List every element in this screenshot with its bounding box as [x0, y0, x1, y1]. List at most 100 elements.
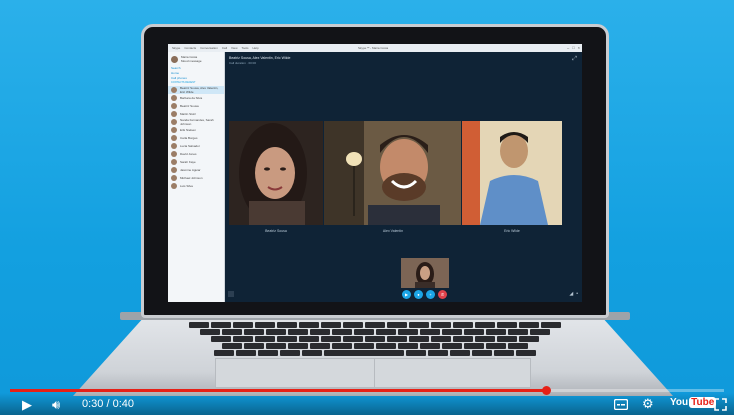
key	[409, 336, 429, 342]
expand-icon[interactable]: ⤢	[572, 56, 577, 63]
menu-item-call[interactable]: Call	[222, 46, 227, 50]
key	[354, 343, 374, 349]
contact-item[interactable]: Michael Johnson	[168, 174, 224, 182]
profile[interactable]: Maria Costa Mood message	[168, 52, 224, 66]
contact-item[interactable]: Carla Borges	[168, 134, 224, 142]
contact-item[interactable]: David Jones	[168, 150, 224, 158]
contact-item[interactable]: Beatriz Sousa	[168, 102, 224, 110]
contact-name: Jasmine Aguiar	[180, 168, 201, 172]
add-participant-icon[interactable]: +	[426, 290, 435, 299]
sidebar-item-active-call[interactable]: Beatriz Sousa, Alex Valentin, Eric Wilde	[168, 86, 224, 94]
more-icon[interactable]: •	[576, 291, 578, 297]
key	[332, 343, 352, 349]
key	[211, 322, 231, 328]
key	[497, 322, 517, 328]
avatar	[171, 103, 177, 109]
key	[277, 322, 297, 328]
key	[442, 329, 462, 335]
key	[244, 343, 264, 349]
call-settings: ◢ •	[569, 291, 578, 297]
key	[321, 336, 341, 342]
participant-photo-1	[229, 121, 323, 225]
contact-item[interactable]: Martin Stolz	[168, 110, 224, 118]
progress-bar[interactable]	[10, 386, 724, 395]
profile-status: Mood message	[181, 59, 202, 63]
contact-item[interactable]: Sarah Kaye	[168, 158, 224, 166]
key	[387, 336, 407, 342]
maximize-icon[interactable]: □	[572, 45, 574, 50]
menu-item-view[interactable]: View	[231, 46, 237, 50]
avatar	[171, 159, 177, 165]
key	[266, 343, 286, 349]
subtitles-icon[interactable]	[614, 399, 628, 410]
key	[222, 329, 242, 335]
video-toggle-icon[interactable]: ▶	[402, 290, 411, 299]
key	[310, 343, 330, 349]
contact-name: David Jones	[180, 152, 197, 156]
self-view-photo	[401, 258, 449, 288]
menu-item-conversation[interactable]: Conversation	[200, 46, 218, 50]
end-call-icon[interactable]: ✆	[438, 290, 447, 299]
key	[497, 336, 517, 342]
participant-name-1: Beatriz Sousa	[265, 229, 287, 233]
self-view-video[interactable]	[401, 258, 449, 288]
key	[211, 336, 231, 342]
avatar	[171, 143, 177, 149]
laptop-keyboard	[152, 322, 598, 356]
key	[420, 329, 440, 335]
key-row	[152, 350, 598, 356]
fullscreen-icon[interactable]	[714, 398, 727, 411]
progress-fill	[10, 389, 546, 392]
key	[200, 329, 220, 335]
contact-name: Nanda Fernandes, Sarah Johnson	[180, 118, 214, 126]
video-frame[interactable]: Skype Contacts Conversation Call View To…	[0, 0, 734, 415]
avatar	[171, 135, 177, 141]
contact-item[interactable]: Nanda Fernandes, Sarah Johnson	[168, 118, 224, 126]
key	[475, 322, 495, 328]
contact-item[interactable]: Jasmine Aguiar	[168, 166, 224, 174]
key	[464, 343, 484, 349]
key	[343, 322, 363, 328]
menu-item-contacts[interactable]: Contacts	[184, 46, 196, 50]
key	[486, 329, 506, 335]
key	[365, 336, 385, 342]
contact-item[interactable]: Erik Nielsen	[168, 126, 224, 134]
key	[453, 336, 473, 342]
key	[324, 350, 404, 356]
avatar	[171, 111, 177, 117]
close-icon[interactable]: ×	[578, 45, 580, 50]
key	[321, 322, 341, 328]
contact-item[interactable]: Lucia Salvador	[168, 142, 224, 150]
youtube-logo[interactable]: You Tube	[670, 397, 717, 408]
key	[299, 322, 319, 328]
key	[494, 350, 514, 356]
contact-item[interactable]: Barbara da Silva	[168, 94, 224, 102]
key	[519, 336, 539, 342]
key-row	[152, 322, 598, 328]
menu-item-help[interactable]: Help	[253, 46, 259, 50]
signal-icon[interactable]: ◢	[569, 291, 573, 297]
contact-name: Beatriz Sousa	[180, 104, 199, 108]
menu-item-tools[interactable]: Tools	[242, 46, 249, 50]
key	[299, 336, 319, 342]
menu-item-skype[interactable]: Skype	[172, 46, 180, 50]
key	[222, 343, 242, 349]
key	[343, 336, 363, 342]
mic-icon[interactable]: ●	[414, 290, 423, 299]
settings-icon[interactable]: ⚙	[642, 396, 654, 412]
call-title: Beatriz Sousa, Alex Valentin, Eric Wilde	[229, 56, 291, 60]
key	[354, 329, 374, 335]
contact-item[interactable]: Luis Silva	[168, 182, 224, 190]
key	[214, 350, 234, 356]
play-icon[interactable]: ▶	[22, 397, 32, 413]
key	[255, 322, 275, 328]
chat-toggle-icon[interactable]	[228, 291, 234, 297]
volume-icon[interactable]: 🔊︎	[52, 397, 60, 413]
minimize-icon[interactable]: –	[567, 45, 569, 50]
key	[409, 322, 429, 328]
key	[472, 350, 492, 356]
avatar	[171, 87, 177, 93]
participant-photo-2	[324, 121, 461, 225]
key	[516, 350, 536, 356]
key	[431, 322, 451, 328]
